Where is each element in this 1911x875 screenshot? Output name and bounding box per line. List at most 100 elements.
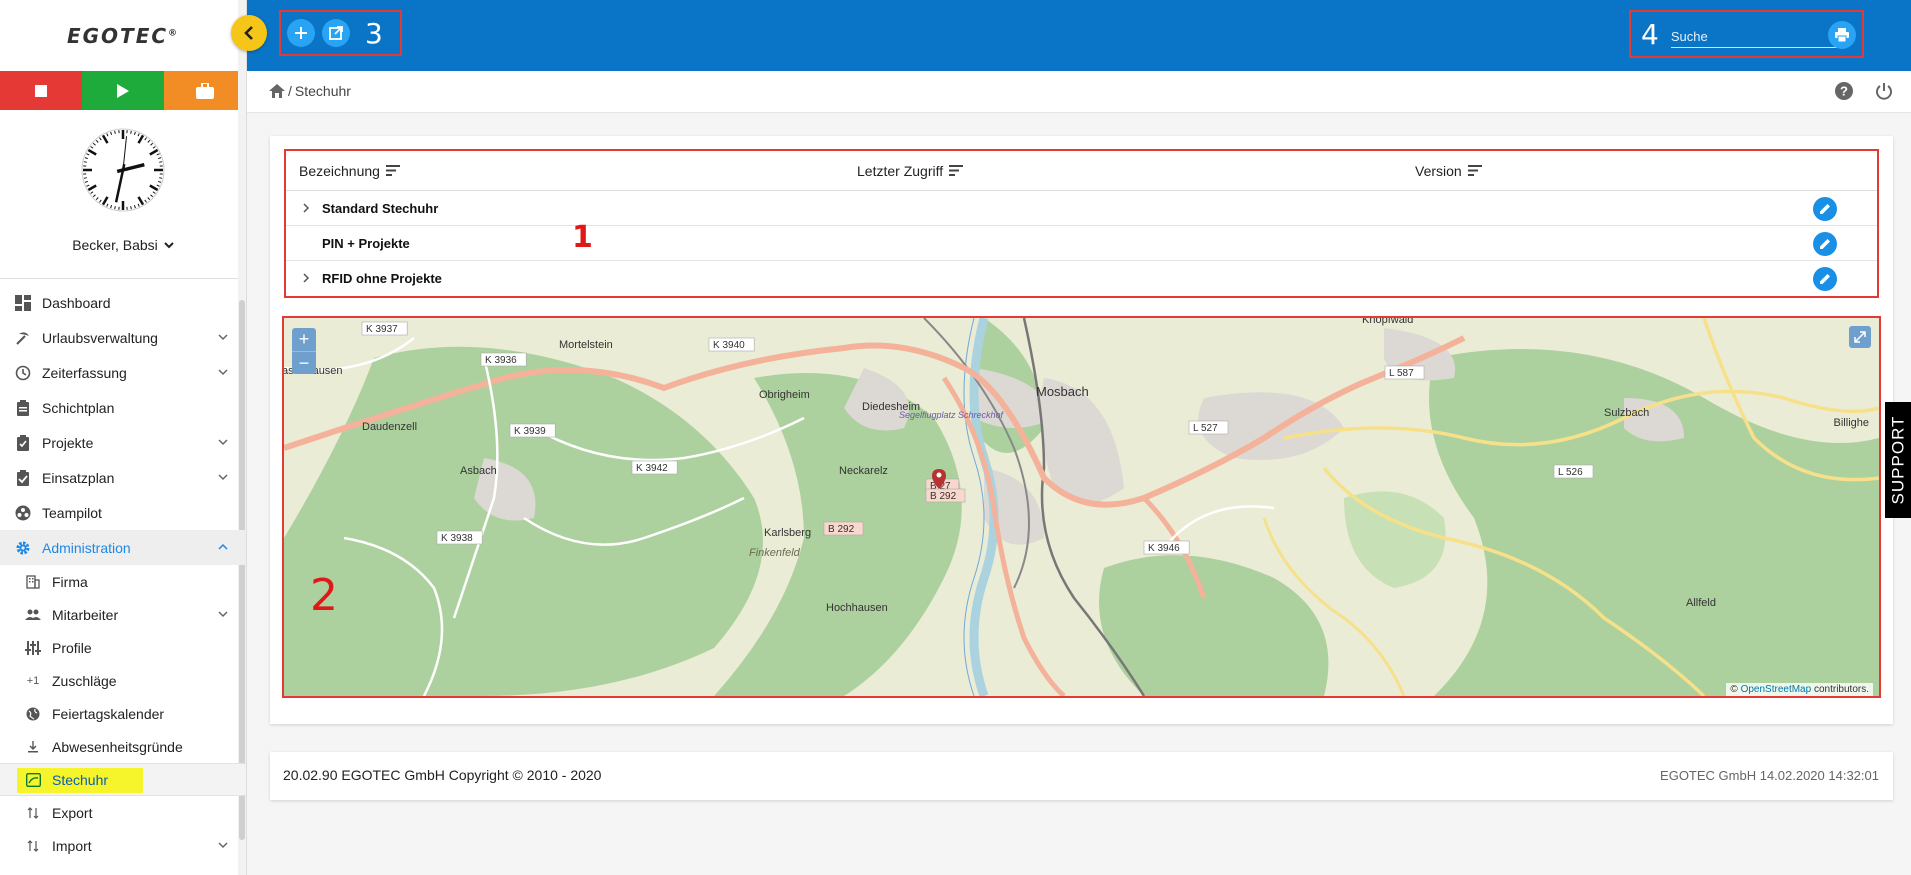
chevron-down-icon: [218, 334, 228, 341]
chevron-down-icon: [218, 369, 228, 376]
sidebar-subitem-import[interactable]: Import: [0, 829, 246, 862]
column-header-bezeichnung[interactable]: Bezeichnung: [299, 163, 400, 179]
print-icon: [1835, 28, 1849, 42]
zoom-out-button[interactable]: −: [292, 351, 316, 374]
edit-button[interactable]: [1813, 232, 1837, 256]
logo: EGOTEC®: [66, 23, 180, 48]
edit-button[interactable]: [1813, 197, 1837, 221]
sidebar-subitem-zuschlaege[interactable]: +1 Zuschläge: [0, 664, 246, 697]
subbar-icons: ?: [1835, 82, 1893, 100]
expand-icon[interactable]: [302, 201, 322, 216]
top-bar: 3 4: [247, 0, 1911, 71]
expand-icon[interactable]: [302, 271, 322, 286]
road-label: L 527: [1193, 423, 1218, 434]
map-place-label: Sulzbach: [1604, 407, 1649, 419]
fullscreen-button[interactable]: [1849, 326, 1871, 348]
chevron-down-icon: [218, 439, 228, 446]
footer-copyright: 20.02.90 EGOTEC GmbH Copyright © 2010 - …: [283, 767, 602, 783]
play-button[interactable]: [82, 71, 164, 110]
map-canvas[interactable]: MortelsteinObrigheimDiedesheimMosbachSul…: [284, 318, 1879, 696]
print-button[interactable]: [1828, 21, 1856, 49]
sidebar-subitem-stechuhr[interactable]: Stechuhr: [0, 763, 246, 796]
sidebar-subitem-firma[interactable]: Firma: [0, 565, 246, 598]
table-header: Bezeichnung Letzter Zugriff Version: [286, 151, 1877, 191]
sidebar-item-urlaubsverwaltung[interactable]: Urlaubsverwaltung: [0, 320, 246, 355]
zoom-in-button[interactable]: +: [292, 328, 316, 351]
home-icon[interactable]: [269, 84, 285, 98]
support-tab[interactable]: SUPPORT: [1885, 402, 1911, 518]
column-header-letzter-zugriff[interactable]: Letzter Zugriff: [857, 163, 964, 179]
stop-button[interactable]: [0, 71, 82, 110]
briefcase-icon: [196, 82, 214, 99]
annotation-1: 1: [572, 220, 593, 255]
beach-icon: [14, 329, 32, 347]
osm-link[interactable]: OpenStreetMap: [1741, 684, 1812, 695]
header-search-area: 4: [1629, 10, 1864, 58]
pencil-icon: [1820, 204, 1830, 214]
table-row[interactable]: Standard Stechuhr: [286, 191, 1877, 226]
plus-one-icon: +1: [26, 674, 40, 687]
edit-button[interactable]: [1813, 267, 1837, 291]
location-map[interactable]: Mortelstein Obrigheim Diedesheim Mosbach Sul…: [282, 316, 1881, 698]
table-row[interactable]: RFID ohne Projekte: [286, 261, 1877, 296]
collapse-sidebar-button[interactable]: [231, 15, 267, 51]
map-place-label: Neckarelz: [839, 465, 888, 477]
user-name: Becker, Babsi: [72, 237, 158, 253]
briefcase-button[interactable]: [164, 71, 246, 110]
sidebar-subitem-feiertagskalender[interactable]: Feiertagskalender: [0, 697, 246, 730]
clipboard-icon: [14, 399, 32, 417]
road-label: K 3937: [366, 324, 398, 335]
stop-icon: [35, 84, 47, 97]
analog-clock: [0, 110, 246, 230]
sidebar-subitem-abwesenheitsgruende[interactable]: Abwesenheitsgründe: [0, 730, 246, 763]
sidebar-item-zeiterfassung[interactable]: Zeiterfassung: [0, 355, 246, 390]
sidebar-subitem-export[interactable]: Export: [0, 796, 246, 829]
map-place-label: Karlsberg: [764, 527, 811, 539]
chevron-down-icon: [164, 241, 174, 248]
map-place-label: Segelflugplatz Schreckhof: [899, 410, 1005, 420]
sidebar-item-projekte[interactable]: Projekte: [0, 425, 246, 460]
zoom-control: + −: [292, 328, 316, 374]
search-input[interactable]: [1670, 20, 1844, 48]
breadcrumb: / Stechuhr: [269, 83, 351, 99]
sidebar-item-administration[interactable]: Administration: [0, 530, 246, 565]
plus-icon: [295, 27, 307, 39]
sidebar-item-schichtplan[interactable]: Schichtplan: [0, 390, 246, 425]
map-place-label: Hochhausen: [826, 602, 888, 614]
road-label: B 292: [930, 491, 957, 502]
power-icon[interactable]: [1875, 82, 1893, 100]
table-row[interactable]: PIN + Projekte 1: [286, 220, 1877, 261]
download-icon: [25, 739, 41, 755]
checklist-icon: [14, 469, 32, 487]
road-label: K 3936: [485, 355, 517, 366]
road-label: K 3942: [636, 463, 668, 474]
road-label: K 3946: [1148, 543, 1180, 554]
column-header-version[interactable]: Version: [1415, 163, 1482, 179]
expand-arrows-icon: [1854, 331, 1866, 343]
map-place-label: Finkenfeld: [749, 547, 801, 559]
sidebar-subitem-mitarbeiter[interactable]: Mitarbeiter: [0, 598, 246, 631]
annotation-4: 4: [1641, 17, 1659, 51]
sidebar-item-teampilot[interactable]: Teampilot: [0, 495, 246, 530]
map-attribution: © OpenStreetMap contributors.: [1726, 683, 1873, 696]
sort-icon: [949, 165, 964, 176]
play-icon: [117, 83, 129, 98]
map-place-label: Mosbach: [1036, 384, 1089, 399]
help-icon[interactable]: ?: [1835, 82, 1853, 100]
map-place-label: Knopfwald: [1362, 318, 1413, 326]
add-button[interactable]: [287, 19, 315, 47]
gear-icon: [14, 539, 32, 557]
sort-icon: [1467, 165, 1482, 176]
sidebar-subitem-profile[interactable]: Profile: [0, 631, 246, 664]
chevron-up-icon: [218, 543, 228, 550]
pencil-icon: [1820, 274, 1830, 284]
map-place-label: Asbach: [460, 465, 497, 477]
open-in-new-icon: [329, 26, 343, 40]
sidebar-item-dashboard[interactable]: Dashboard: [0, 285, 246, 320]
road-label: B 292: [828, 524, 855, 535]
quick-actions: [0, 71, 246, 110]
user-menu[interactable]: Becker, Babsi: [0, 230, 246, 260]
open-external-button[interactable]: [322, 19, 350, 47]
sidebar-item-einsatzplan[interactable]: Einsatzplan: [0, 460, 246, 495]
map-place-label: Obrigheim: [759, 389, 810, 401]
